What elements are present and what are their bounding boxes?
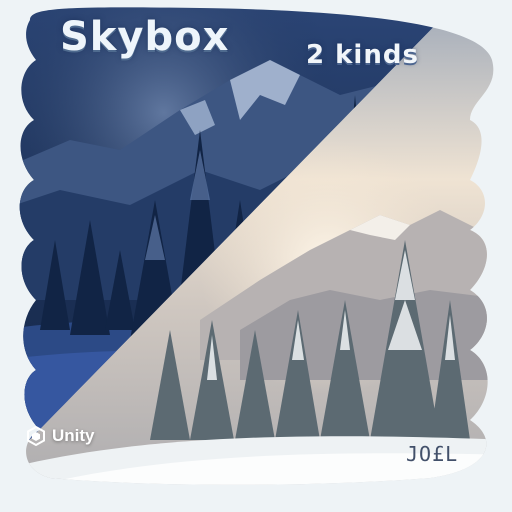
unity-badge: Unity — [26, 426, 95, 446]
unity-logo-icon — [27, 426, 45, 446]
engine-label: Unity — [52, 426, 95, 445]
title: Skybox — [60, 14, 230, 60]
brand-logo: JO£L — [406, 442, 459, 466]
subtitle: 2 kinds — [306, 40, 419, 70]
skybox-promo-card: Skybox 2 kinds Unity JO£L — [0, 0, 512, 512]
